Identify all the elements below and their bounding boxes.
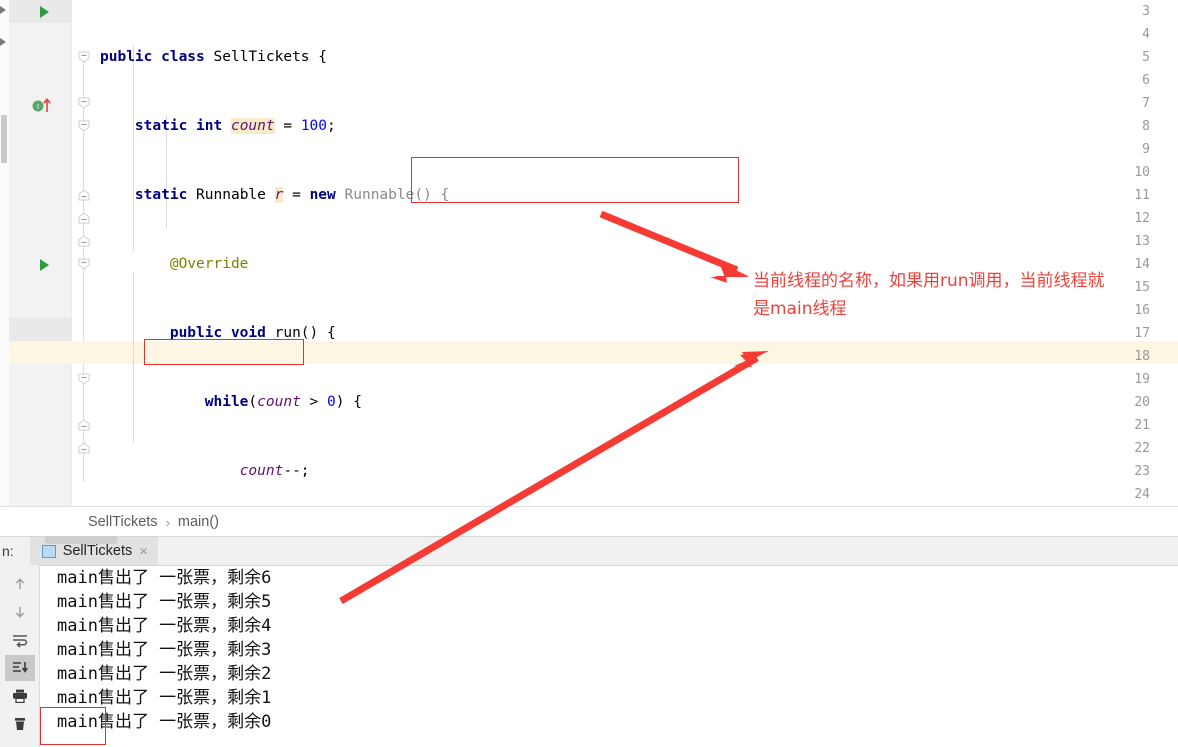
svg-text:I: I [37, 103, 39, 111]
override-method-gutter-icon[interactable]: I [32, 98, 52, 112]
console-line: main售出了 一张票，剩余4 [41, 614, 1178, 638]
fold-marker-icon[interactable] [78, 258, 90, 270]
code-line-8[interactable]: while(count > 0) { [100, 391, 1178, 414]
run-window-label: n: [2, 543, 14, 559]
breadcrumb-class[interactable]: SellTickets [88, 514, 158, 530]
fold-marker-icon[interactable] [78, 212, 90, 224]
annotation-line-2: 是main线程 [753, 295, 1173, 323]
console-line: main售出了 一张票，剩余0 [41, 710, 1178, 734]
code-text[interactable]: public class SellTickets { static int co… [100, 0, 1178, 506]
run-tool-window[interactable]: n: SellTickets × [0, 536, 1178, 747]
fold-marker-icon[interactable] [78, 419, 90, 431]
console-line: main售出了 一张票，剩余3 [41, 638, 1178, 662]
run-main-gutter-icon[interactable] [40, 259, 49, 271]
code-editor[interactable]: 3 4 5 6 7 8 9 10 11 12 13 14 15 16 17 18… [0, 0, 1178, 506]
code-line-9[interactable]: count--; [100, 460, 1178, 483]
run-window-header: n: SellTickets × [0, 537, 1178, 566]
console-line: main售出了 一张票，剩余6 [41, 566, 1178, 590]
breadcrumb[interactable]: SellTickets › main() [0, 506, 1178, 537]
code-line-4[interactable]: static int count = 100; [100, 115, 1178, 138]
fold-marker-icon[interactable] [78, 189, 90, 201]
gutter-row-shade [9, 318, 71, 341]
annotation-text: 当前线程的名称，如果用run调用，当前线程就 是main线程 [753, 267, 1173, 323]
editor-scrollbar-thumb[interactable] [1, 115, 7, 163]
soft-wrap-icon[interactable] [5, 627, 35, 653]
run-tab-label: SellTickets [63, 543, 133, 559]
fold-marker-icon[interactable] [78, 373, 90, 385]
up-arrow-icon[interactable] [5, 571, 35, 597]
fold-marker-icon[interactable] [78, 51, 90, 63]
annotation-line-1: 当前线程的名称，如果用run调用，当前线程就 [753, 267, 1173, 295]
code-line-3[interactable]: public class SellTickets { [100, 46, 1178, 69]
console-line: main售出了 一张票，剩余1 [41, 686, 1178, 710]
down-arrow-icon[interactable] [5, 599, 35, 625]
console-line: main售出了 一张票，剩余5 [41, 590, 1178, 614]
highlight-box-getname [411, 157, 739, 203]
editor-gutter[interactable] [9, 0, 71, 506]
console-hscrollbar-thumb[interactable] [45, 536, 117, 544]
fold-marker-icon[interactable] [78, 235, 90, 247]
strip-caret-down-icon [0, 38, 6, 46]
clear-all-icon[interactable] [5, 711, 35, 737]
close-icon[interactable]: × [139, 544, 148, 559]
scroll-to-end-icon[interactable] [5, 655, 35, 681]
fold-marker-icon[interactable] [78, 442, 90, 454]
run-class-gutter-icon[interactable] [40, 6, 49, 18]
fold-marker-icon[interactable] [78, 97, 90, 109]
console-toolbar[interactable] [0, 565, 40, 747]
print-icon[interactable] [5, 683, 35, 709]
chevron-right-icon: › [166, 515, 170, 530]
highlight-box-t1run [144, 339, 304, 365]
strip-caret-up-icon [0, 6, 6, 14]
breadcrumb-method[interactable]: main() [178, 514, 219, 530]
console-output[interactable]: main售出了 一张票，剩余6 main售出了 一张票，剩余5 main售出了 … [41, 566, 1178, 747]
highlight-box-console-main [40, 707, 106, 745]
console-line: main售出了 一张票，剩余2 [41, 662, 1178, 686]
fold-marker-icon[interactable] [78, 120, 90, 132]
console-tab-icon [42, 545, 56, 558]
